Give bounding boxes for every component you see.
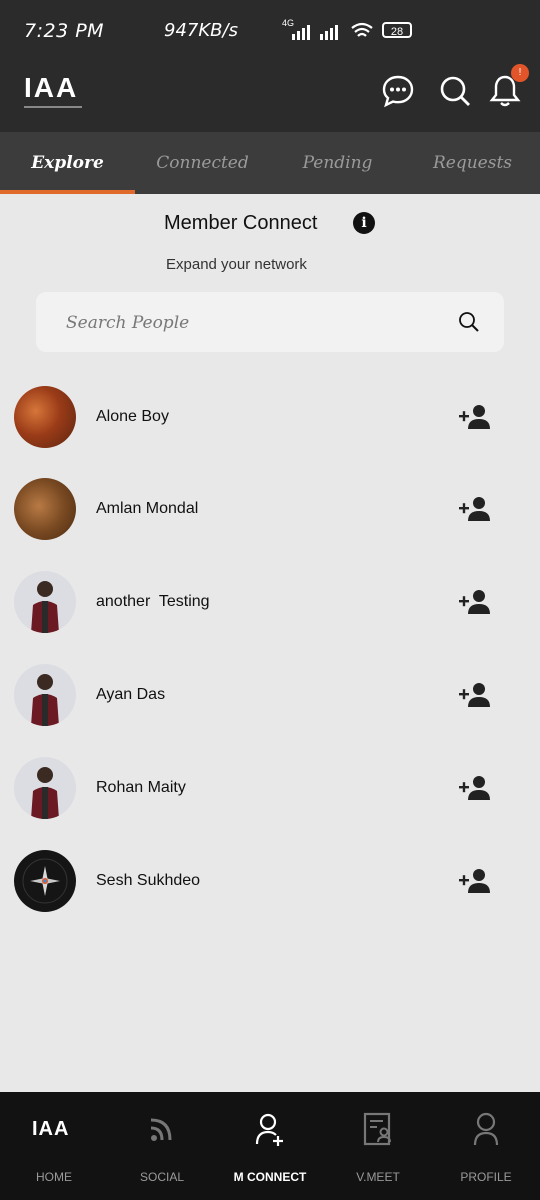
member-name: Amlan Mondal — [96, 500, 199, 517]
tab-pending[interactable]: Pending — [270, 132, 405, 194]
add-user-icon[interactable] — [458, 868, 492, 894]
status-time: 7:23 PM — [24, 20, 105, 42]
user-icon — [473, 1112, 499, 1146]
avatar — [14, 850, 76, 912]
list-item[interactable]: another Testing — [0, 555, 540, 647]
avatar — [14, 571, 76, 633]
app-bar: IAA — [0, 62, 540, 132]
signal-icon — [292, 25, 338, 40]
add-user-icon[interactable] — [458, 775, 492, 801]
iaa-logo-icon: IAA — [32, 1118, 70, 1140]
nav-m-connect[interactable]: M CONNECT — [216, 1092, 324, 1200]
add-user-icon[interactable] — [458, 404, 492, 430]
battery-icon: 28 — [382, 22, 412, 38]
nav-label: SOCIAL — [139, 1170, 184, 1184]
active-tab-indicator — [0, 190, 135, 194]
logo-text: IAA — [24, 72, 79, 103]
status-bar: 7:23 PM 947KB/s 4G 28 — [0, 0, 540, 62]
document-user-icon — [363, 1112, 391, 1146]
add-user-icon[interactable] — [458, 496, 492, 522]
avatar — [14, 757, 76, 819]
bottom-nav: IAA HOME SOCIAL M CONNECT V.MEET PROFILE — [0, 1092, 540, 1200]
nav-v-meet[interactable]: V.MEET — [324, 1092, 432, 1200]
rss-icon — [150, 1118, 172, 1141]
list-item[interactable]: Amlan Mondal — [0, 462, 540, 554]
member-name: another Testing — [96, 593, 210, 610]
nav-profile[interactable]: PROFILE — [432, 1092, 540, 1200]
list-item[interactable]: Alone Boy — [0, 370, 540, 462]
wifi-icon — [351, 22, 373, 37]
chat-icon[interactable] — [381, 74, 415, 108]
member-name: Ayan Das — [96, 686, 166, 703]
page-title: Member Connect — [164, 212, 318, 234]
nav-label: HOME — [36, 1170, 72, 1184]
notification-badge: ! — [511, 64, 529, 82]
nav-label: V.MEET — [356, 1170, 400, 1184]
member-name: Rohan Maity — [96, 779, 186, 796]
add-user-icon[interactable] — [458, 682, 492, 708]
tab-bar: Explore Connected Pending Requests — [0, 132, 540, 194]
member-name: Sesh Sukhdeo — [96, 872, 201, 889]
member-name: Alone Boy — [96, 408, 169, 425]
search-input[interactable] — [64, 308, 448, 338]
search-icon[interactable] — [458, 311, 480, 333]
nav-label: M CONNECT — [233, 1170, 307, 1184]
logo-underline — [24, 106, 82, 108]
tab-explore[interactable]: Explore — [0, 132, 135, 194]
list-item[interactable]: Ayan Das — [0, 648, 540, 740]
tab-requests[interactable]: Requests — [405, 132, 540, 194]
nav-home[interactable]: IAA HOME — [0, 1092, 108, 1200]
list-item[interactable]: Sesh Sukhdeo — [0, 834, 540, 926]
list-item[interactable]: Rohan Maity — [0, 741, 540, 833]
add-user-icon[interactable] — [458, 589, 492, 615]
avatar — [14, 386, 76, 448]
add-user-icon — [255, 1113, 283, 1146]
search-icon[interactable] — [438, 74, 472, 108]
avatar — [14, 664, 76, 726]
nav-social[interactable]: SOCIAL — [108, 1092, 216, 1200]
tab-connected[interactable]: Connected — [135, 132, 270, 194]
search-bar — [36, 292, 504, 352]
info-icon[interactable]: i — [353, 212, 375, 234]
iaa-logo[interactable]: IAA — [24, 72, 82, 108]
page-subtitle: Expand your network — [166, 256, 307, 273]
nav-label: PROFILE — [460, 1170, 512, 1184]
avatar — [14, 478, 76, 540]
status-speed: 947KB/s — [164, 20, 238, 41]
